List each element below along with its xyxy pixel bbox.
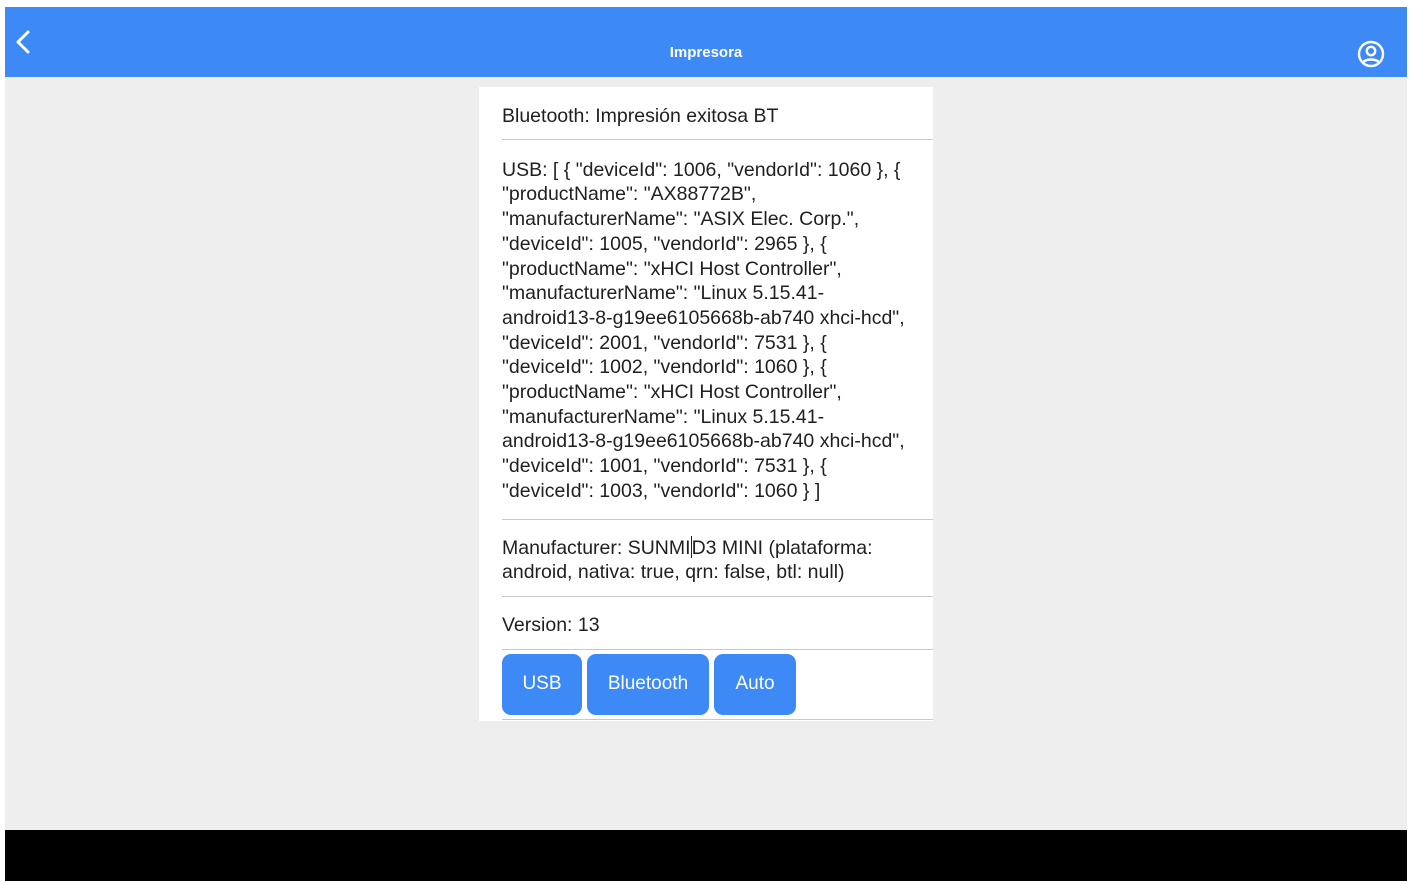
account-circle-icon [1357, 40, 1385, 68]
system-navigation-bar [5, 830, 1407, 881]
printer-info-panel: Bluetooth: Impresión exitosa BT USB: [ {… [479, 87, 933, 721]
usb-devices-text: USB: [ { "deviceId": 1006, "vendorId": 1… [502, 158, 905, 502]
page-title: Impresora [669, 44, 743, 61]
bluetooth-status-item: Bluetooth: Impresión exitosa BT [502, 87, 933, 140]
bluetooth-button[interactable]: Bluetooth [587, 653, 709, 715]
top-app-bar: Impresora [5, 7, 1407, 77]
auto-button[interactable]: Auto [714, 653, 796, 715]
usb-devices-item: USB: [ { "deviceId": 1006, "vendorId": 1… [502, 140, 933, 520]
app-screen: Impresora Bluetooth: Impresión exitosa B… [5, 7, 1407, 881]
account-button[interactable] [1356, 39, 1386, 69]
version-text: Version: 13 [502, 613, 600, 636]
usb-button[interactable]: USB [502, 653, 582, 715]
page-title-container: Impresora [5, 7, 1407, 77]
manufacturer-item: Manufacturer: SUNMID3 MINI (plataforma: … [502, 520, 933, 597]
version-item: Version: 13 [502, 597, 933, 650]
manufacturer-text-prefix: Manufacturer: SUNMI [502, 536, 691, 559]
print-mode-buttons: USB Bluetooth Auto [502, 650, 933, 720]
bluetooth-status-text: Bluetooth: Impresión exitosa BT [502, 105, 779, 127]
